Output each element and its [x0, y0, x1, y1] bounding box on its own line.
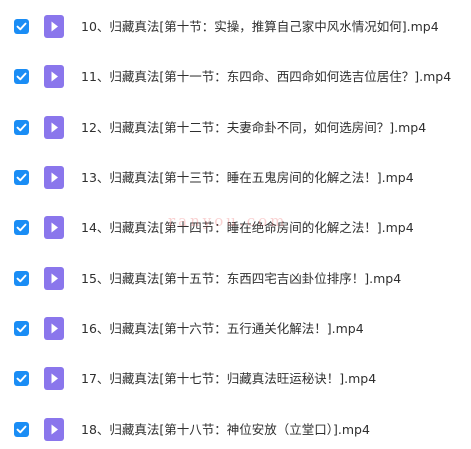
checkmark-icon	[16, 72, 27, 81]
file-row[interactable]: 17、归藏真法[第十七节：归藏真法旺运秘诀！].mp4	[0, 362, 471, 398]
file-checkbox[interactable]	[14, 271, 29, 286]
file-checkbox[interactable]	[14, 220, 29, 235]
file-row[interactable]: 15、归藏真法[第十五节：东西四宅吉凶卦位排序！].mp4	[0, 262, 471, 298]
file-row[interactable]: 18、归藏真法[第十八节：神位安放（立堂口）].mp4	[0, 413, 471, 449]
video-file-icon	[44, 15, 64, 38]
checkmark-icon	[16, 425, 27, 434]
file-name[interactable]: 18、归藏真法[第十八节：神位安放（立堂口）].mp4	[81, 421, 370, 438]
checkmark-icon	[16, 374, 27, 383]
checkmark-icon	[16, 123, 27, 132]
video-file-icon	[44, 418, 64, 441]
file-checkbox[interactable]	[14, 69, 29, 84]
checkmark-icon	[16, 274, 27, 283]
file-name[interactable]: 15、归藏真法[第十五节：东西四宅吉凶卦位排序！].mp4	[81, 270, 401, 287]
file-checkbox[interactable]	[14, 422, 29, 437]
video-file-icon	[44, 116, 64, 139]
file-name[interactable]: 14、归藏真法[第十四节：睡在绝命房间的化解之法！].mp4	[81, 219, 414, 236]
checkmark-icon	[16, 22, 27, 31]
file-checkbox[interactable]	[14, 170, 29, 185]
video-file-icon	[44, 216, 64, 239]
file-name[interactable]: 11、归藏真法[第十一节：东四命、西四命如何选吉位居住？].mp4	[81, 68, 451, 85]
file-row[interactable]: 12、归藏真法[第十二节：夫妻命卦不同，如何选房间？].mp4	[0, 111, 471, 147]
file-checkbox[interactable]	[14, 371, 29, 386]
video-file-icon	[44, 317, 64, 340]
video-file-icon	[44, 166, 64, 189]
file-row[interactable]: 10、归藏真法[第十节：实操，推算自己家中风水情况如何].mp4	[0, 10, 471, 46]
file-name[interactable]: 17、归藏真法[第十七节：归藏真法旺运秘诀！].mp4	[81, 370, 376, 387]
file-name[interactable]: 13、归藏真法[第十三节：睡在五鬼房间的化解之法！].mp4	[81, 169, 414, 186]
file-list: 10、归藏真法[第十节：实操，推算自己家中风水情况如何].mp4 11、归藏真法…	[0, 0, 471, 449]
video-file-icon	[44, 267, 64, 290]
file-row[interactable]: 14、归藏真法[第十四节：睡在绝命房间的化解之法！].mp4	[0, 211, 471, 247]
file-name[interactable]: 10、归藏真法[第十节：实操，推算自己家中风水情况如何].mp4	[81, 18, 439, 35]
video-file-icon	[44, 65, 64, 88]
file-checkbox[interactable]	[14, 321, 29, 336]
file-row[interactable]: 11、归藏真法[第十一节：东四命、西四命如何选吉位居住？].mp4	[0, 60, 471, 96]
checkmark-icon	[16, 223, 27, 232]
file-row[interactable]: 13、归藏真法[第十三节：睡在五鬼房间的化解之法！].mp4	[0, 161, 471, 197]
file-name[interactable]: 12、归藏真法[第十二节：夫妻命卦不同，如何选房间？].mp4	[81, 119, 426, 136]
checkmark-icon	[16, 324, 27, 333]
file-checkbox[interactable]	[14, 120, 29, 135]
checkmark-icon	[16, 173, 27, 182]
file-row[interactable]: 16、归藏真法[第十六节：五行通关化解法！].mp4	[0, 312, 471, 348]
file-checkbox[interactable]	[14, 19, 29, 34]
video-file-icon	[44, 367, 64, 390]
file-name[interactable]: 16、归藏真法[第十六节：五行通关化解法！].mp4	[81, 320, 364, 337]
